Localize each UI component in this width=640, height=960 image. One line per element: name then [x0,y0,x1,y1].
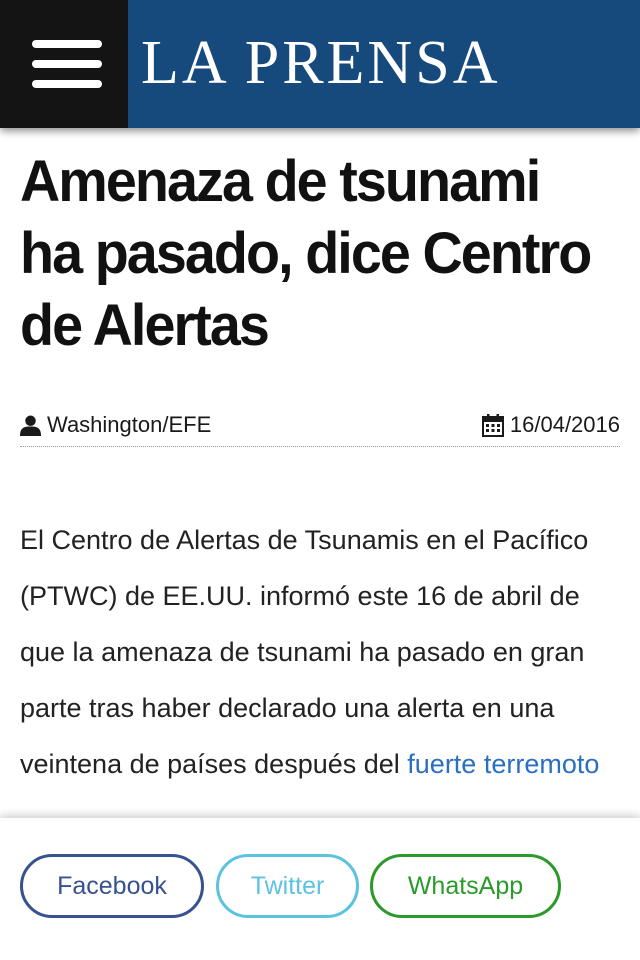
author-label: Washington/EFE [47,412,212,437]
article-paragraph: El Centro de Alertas de Tsunamis en el P… [20,512,630,792]
calendar-icon [481,414,504,437]
twitter-share-button[interactable]: Twitter [216,854,359,918]
hamburger-menu-icon[interactable] [0,0,128,128]
site-header: LA PRENSA [0,0,640,128]
earthquake-link[interactable]: fuerte terremoto [407,749,599,779]
article-title: Amenaza de tsunami ha pasado, dice Centr… [20,149,592,358]
share-bar: Facebook Twitter WhatsApp [0,818,640,960]
article-meta: Washington/EFE 16/04/2016 [20,408,620,447]
paragraph-text: El Centro de Alertas de Tsunamis en el P… [20,525,589,779]
whatsapp-share-button[interactable]: WhatsApp [370,854,561,918]
article-body: El Centro de Alertas de Tsunamis en el P… [20,512,630,792]
date-label: 16/04/2016 [509,412,620,437]
article-date: 16/04/2016 [481,412,620,438]
site-logo[interactable]: LA PRENSA [141,28,500,98]
facebook-share-button[interactable]: Facebook [20,854,204,918]
user-icon [20,415,41,436]
article-author: Washington/EFE [20,412,211,438]
